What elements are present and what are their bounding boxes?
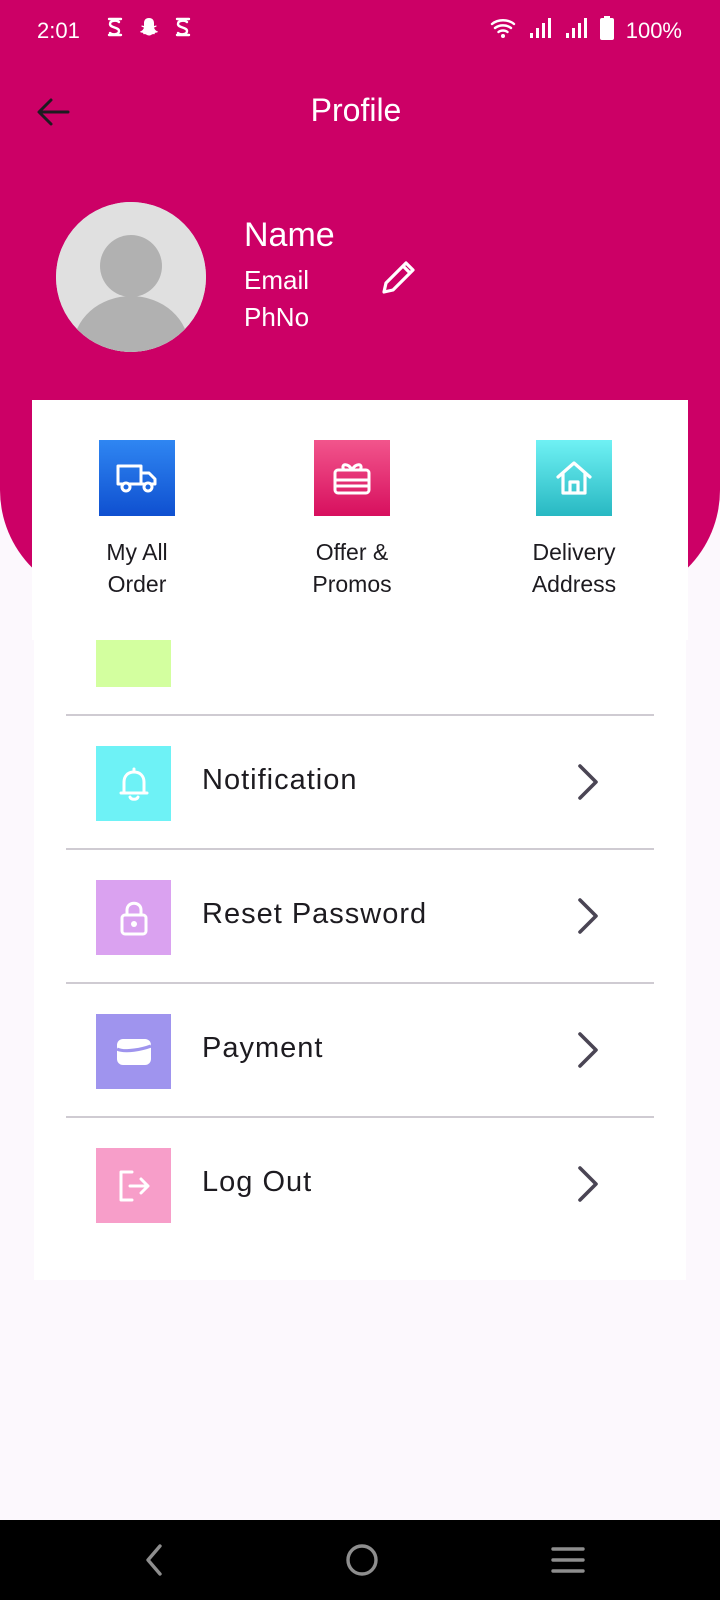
truck-icon bbox=[99, 440, 175, 516]
lock-icon bbox=[96, 880, 171, 955]
chevron-right-icon bbox=[578, 1166, 598, 1202]
notification-icons bbox=[106, 16, 192, 44]
signal-icon bbox=[528, 17, 552, 45]
wifi-icon bbox=[490, 17, 516, 45]
profile-email: Email bbox=[244, 265, 310, 295]
s-icon bbox=[174, 16, 192, 44]
logout-icon bbox=[96, 1148, 171, 1223]
quick-action-offer-promos[interactable]: Offer & Promos bbox=[272, 440, 432, 600]
status-time: 2:01 bbox=[37, 18, 80, 43]
list-item-label: Notification bbox=[202, 764, 358, 796]
pencil-icon bbox=[382, 261, 415, 294]
list-item-label: Reset Password bbox=[202, 898, 428, 930]
s-icon bbox=[106, 16, 124, 44]
chevron-right-icon bbox=[578, 1032, 598, 1068]
system-nav-bar bbox=[0, 1520, 720, 1600]
wallet-icon bbox=[96, 1014, 171, 1089]
profile-name: Name bbox=[244, 216, 335, 254]
profile-phone: PhNo bbox=[244, 302, 310, 332]
quick-actions-card: My All Order Offer & Promos Delivery Addres… bbox=[32, 400, 688, 640]
quick-action-label: Promos bbox=[312, 571, 392, 597]
chevron-right-icon bbox=[578, 898, 598, 934]
partial-item-icon bbox=[96, 640, 171, 687]
status-right: 100% bbox=[490, 16, 682, 46]
home-icon bbox=[536, 440, 612, 516]
quick-action-label: My All bbox=[106, 539, 168, 565]
nav-menu-icon[interactable] bbox=[550, 1544, 586, 1576]
signal-icon bbox=[564, 17, 588, 45]
quick-action-label: Order bbox=[107, 571, 167, 597]
quick-action-my-all-order[interactable]: My All Order bbox=[57, 440, 217, 600]
status-bar: 2:01 100% bbox=[0, 0, 720, 62]
person-placeholder-icon bbox=[56, 202, 206, 352]
list-item-notification[interactable]: Notification bbox=[66, 716, 654, 850]
list-item-label: Payment bbox=[202, 1032, 324, 1064]
snapchat-icon bbox=[138, 16, 160, 44]
nav-home-icon[interactable] bbox=[342, 1540, 382, 1580]
battery-percentage: 100% bbox=[625, 18, 682, 43]
quick-action-label: Offer & bbox=[315, 539, 389, 565]
edit-profile-button[interactable] bbox=[378, 256, 420, 298]
quick-action-label: Delivery bbox=[532, 539, 616, 565]
settings-list: Notification Reset Password Payment Log … bbox=[34, 640, 686, 1280]
list-item-payment[interactable]: Payment bbox=[66, 984, 654, 1118]
list-item-reset-password[interactable]: Reset Password bbox=[66, 850, 654, 984]
battery-icon bbox=[599, 16, 614, 46]
quick-action-delivery-address[interactable]: Delivery Address bbox=[494, 440, 654, 600]
bell-icon bbox=[96, 746, 171, 821]
list-item-partial[interactable] bbox=[66, 640, 654, 716]
avatar[interactable] bbox=[56, 202, 206, 352]
page-title: Profile bbox=[310, 92, 402, 128]
nav-back-icon[interactable] bbox=[140, 1542, 170, 1578]
gift-card-icon bbox=[314, 440, 390, 516]
list-item-log-out[interactable]: Log Out bbox=[66, 1118, 654, 1252]
chevron-right-icon bbox=[578, 764, 598, 800]
quick-action-label: Address bbox=[531, 571, 617, 597]
list-item-label: Log Out bbox=[202, 1166, 313, 1198]
